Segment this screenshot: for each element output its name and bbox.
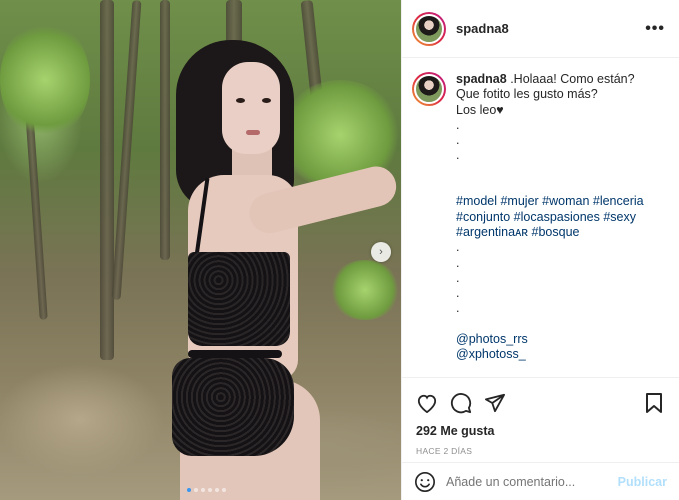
- carousel-dot: [208, 488, 212, 492]
- publish-button[interactable]: Publicar: [618, 475, 667, 489]
- post-photo[interactable]: ›: [0, 0, 401, 500]
- share-icon[interactable]: [482, 390, 508, 416]
- header-username[interactable]: spadna8: [456, 21, 645, 36]
- caption-username[interactable]: spadna8: [456, 72, 507, 86]
- carousel-next-button[interactable]: ›: [371, 242, 391, 262]
- more-options-icon[interactable]: •••: [645, 20, 665, 38]
- model-face: [222, 62, 280, 154]
- caption-text: spadna8 .Holaaa! Como están? Que fotito …: [456, 72, 644, 363]
- carousel-dot: [194, 488, 198, 492]
- mention-link[interactable]: @photos_rrs: [456, 332, 644, 347]
- post-timestamp[interactable]: HACE 2 DÍAS: [402, 438, 679, 456]
- caption-dot: .: [456, 301, 460, 316]
- caption-dot: .: [456, 133, 460, 148]
- chevron-right-icon: ›: [379, 246, 383, 258]
- avatar-image: [414, 13, 444, 44]
- carousel-dot: [222, 488, 226, 492]
- carousel-dot: [215, 488, 219, 492]
- action-bar: [402, 378, 679, 420]
- caption-line: Que fotito les gusto más?: [456, 87, 598, 102]
- caption-line: .Holaaa! Como están?: [510, 72, 635, 86]
- hashtag-line[interactable]: #argentinaᴀʀ #bosque: [456, 225, 644, 240]
- tree-trunk: [100, 0, 114, 360]
- heart-icon[interactable]: [414, 390, 440, 416]
- tree-trunk: [111, 0, 142, 300]
- caption-dot: .: [456, 117, 460, 132]
- mention-link[interactable]: @xphotoss_: [456, 347, 644, 362]
- lingerie-belt: [188, 350, 282, 358]
- likes-count[interactable]: 292 Me gusta: [402, 420, 679, 438]
- model-lips: [246, 130, 260, 135]
- caption-dot: .: [456, 240, 460, 255]
- comment-icon[interactable]: [448, 390, 474, 416]
- model-eye: [262, 98, 271, 103]
- avatar[interactable]: [412, 11, 446, 46]
- comment-input[interactable]: [446, 474, 608, 489]
- post-side-panel: spadna8 ••• spadna8 .Holaaa! Como están?…: [401, 0, 679, 500]
- hashtag-line[interactable]: #conjunto #locaspasiones #sexy: [456, 210, 644, 225]
- carousel-dots: [187, 488, 226, 492]
- carousel-dot: [187, 488, 191, 492]
- post-header: spadna8 •••: [402, 0, 679, 58]
- caption-dot: .: [456, 148, 460, 163]
- avatar-image: [414, 74, 444, 104]
- carousel-dot: [201, 488, 205, 492]
- caption-dot: .: [456, 286, 460, 301]
- lace-bottom: [172, 358, 294, 456]
- caption-dot: .: [456, 255, 460, 270]
- leaf-cluster: [0, 20, 90, 140]
- model-eye: [236, 98, 245, 103]
- leaf-cluster: [330, 260, 400, 320]
- caption-line: Los leo♥: [456, 102, 504, 117]
- lace-top: [188, 252, 290, 346]
- bookmark-icon[interactable]: [641, 390, 667, 416]
- tree-trunk: [160, 0, 170, 260]
- caption-avatar[interactable]: [412, 72, 446, 106]
- comment-bar: Publicar: [402, 462, 679, 500]
- hashtag-line[interactable]: #model #mujer #woman #lenceria: [456, 194, 644, 209]
- post-caption: spadna8 .Holaaa! Como están? Que fotito …: [412, 72, 669, 363]
- emoji-icon[interactable]: [414, 471, 436, 493]
- post-actions-section: 292 Me gusta HACE 2 DÍAS: [402, 377, 679, 456]
- caption-dot: .: [456, 270, 460, 285]
